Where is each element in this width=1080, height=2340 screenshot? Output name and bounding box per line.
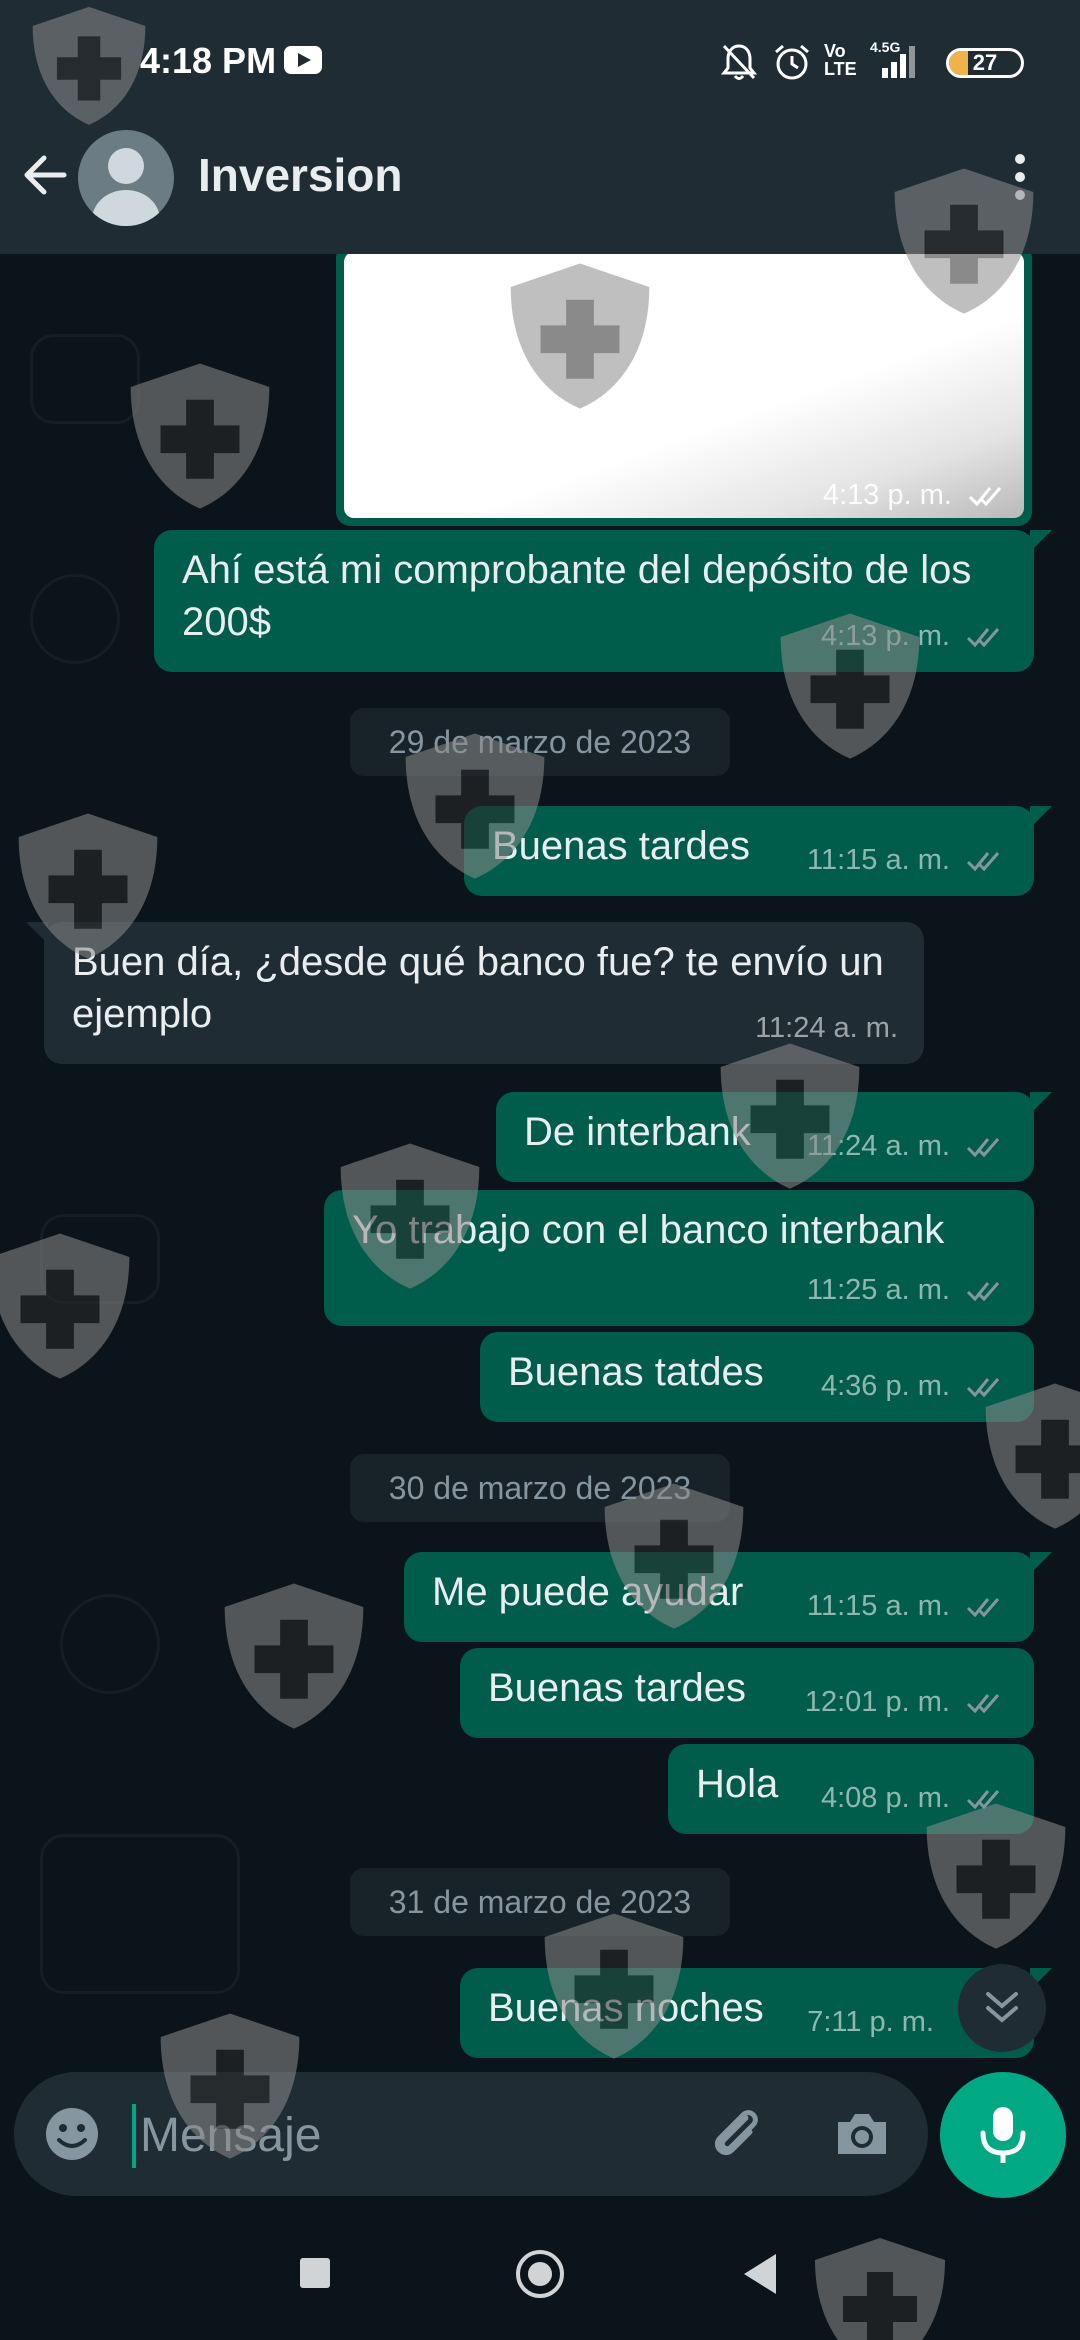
message-time: 4:13 p. m. [820, 620, 950, 652]
double-check-icon [966, 1138, 1000, 1158]
message-time: 11:15 a. m. [807, 844, 950, 876]
message-bubble[interactable]: Buenas noches 7:11 p. m. [460, 1968, 1052, 2058]
contact-name[interactable]: Inversion [198, 148, 403, 202]
avatar-icon[interactable] [78, 130, 174, 226]
image-message[interactable]: 4:13 p. m. [336, 254, 1032, 526]
battery-icon: 27 [946, 48, 1024, 78]
message-bubble[interactable]: Buenas tatdes 4:36 p. m. [480, 1332, 1034, 1422]
app-bar: 4:18 PM Vo LTE 4.5G 27 Inversion [0, 0, 1080, 254]
status-time: 4:18 PM [140, 40, 277, 81]
camera-icon[interactable] [830, 2102, 894, 2166]
mic-button[interactable] [940, 2072, 1066, 2198]
home-icon[interactable] [516, 2250, 564, 2298]
date-divider: 31 de marzo de 2023 [350, 1868, 730, 1936]
message-bubble[interactable]: Yo trabajo con el banco interbank 11:25 … [324, 1190, 1034, 1326]
message-time: 11:25 a. m. [807, 1274, 950, 1306]
emoji-icon[interactable] [42, 2104, 102, 2164]
message-bubble[interactable]: Hola 4:08 p. m. [668, 1744, 1034, 1834]
scroll-down-button[interactable] [958, 1964, 1046, 2052]
message-composer [14, 2072, 928, 2196]
message-time: 4:08 p. m. [820, 1782, 950, 1814]
date-divider: 30 de marzo de 2023 [350, 1454, 730, 1522]
message-bubble[interactable]: Buenas tardes 11:15 a. m. [464, 806, 1052, 896]
double-check-icon [966, 1694, 1000, 1714]
message-time: 11:24 a. m. [755, 1012, 898, 1044]
text-caret [132, 2104, 136, 2168]
message-text: Yo trabajo con el banco interbank [352, 1208, 945, 1252]
double-chevron-down-icon [986, 1992, 1018, 2023]
volte-label: Vo LTE [824, 41, 857, 79]
back-arrow-icon[interactable] [20, 150, 70, 200]
double-check-icon [968, 487, 1002, 507]
more-vert-icon[interactable] [1006, 152, 1034, 202]
double-check-icon [966, 1378, 1000, 1398]
double-check-icon [966, 1598, 1000, 1618]
system-nav-bar [0, 2200, 1080, 2340]
message-bubble[interactable]: Ahí está mi comprobante del depósito de … [154, 530, 1052, 672]
battery-level: 27 [972, 50, 998, 75]
message-time: 11:15 a. m. [807, 1590, 950, 1622]
double-check-icon [966, 1282, 1000, 1302]
recents-icon[interactable] [300, 2258, 330, 2288]
chat-area[interactable]: 4:13 p. m. Ahí está mi comprobante del d… [0, 254, 1080, 2070]
double-check-icon [966, 1790, 1000, 1810]
message-input[interactable] [140, 2100, 660, 2170]
message-time: 4:13 p. m. [822, 479, 952, 511]
message-time: 7:11 p. m. [807, 2006, 934, 2038]
double-check-icon [966, 628, 1000, 648]
date-divider: 29 de marzo de 2023 [350, 708, 730, 776]
message-time: 4:36 p. m. [820, 1370, 950, 1402]
double-check-icon [966, 852, 1000, 872]
attach-icon[interactable] [706, 2102, 770, 2166]
image-preview[interactable]: 4:13 p. m. [344, 254, 1024, 518]
message-bubble[interactable]: Buen día, ¿desde qué banco fue? te envío… [26, 922, 924, 1064]
mute-bell-icon [720, 44, 758, 80]
message-bubble[interactable]: Me puede ayudar 11:15 a. m. [404, 1552, 1052, 1642]
message-time: 12:01 p. m. [804, 1686, 950, 1718]
youtube-icon [284, 46, 322, 74]
mic-icon [980, 2107, 1026, 2163]
alarm-icon [775, 44, 809, 80]
message-time: 11:24 a. m. [807, 1130, 950, 1162]
message-bubble[interactable]: De interbank 11:24 a. m. [496, 1092, 1052, 1182]
signal-icon [870, 44, 916, 78]
nav-back-icon[interactable] [744, 2254, 776, 2294]
message-bubble[interactable]: Buenas tardes 12:01 p. m. [460, 1648, 1034, 1738]
